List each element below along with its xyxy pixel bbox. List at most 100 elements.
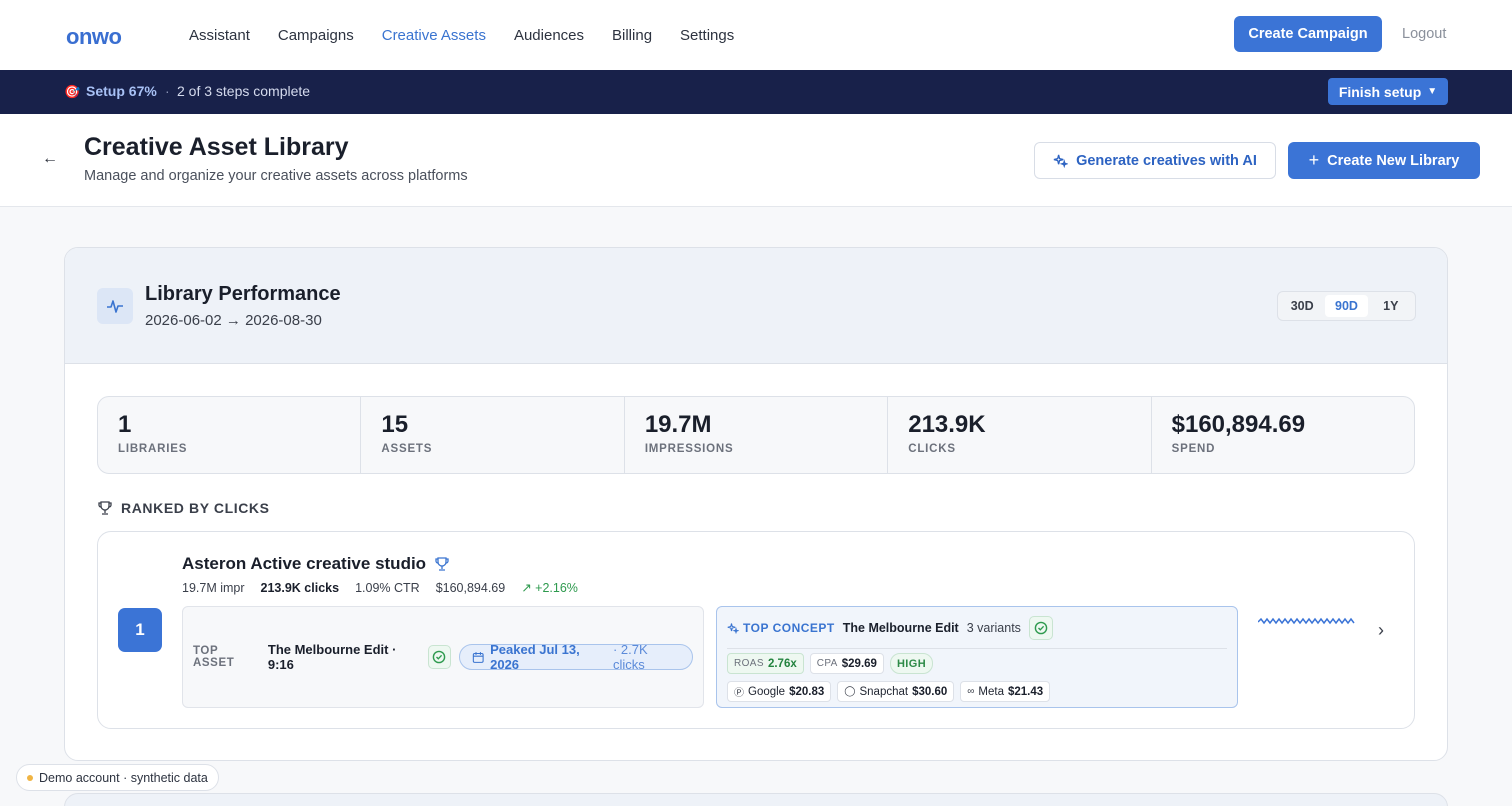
stat-spend: $160,894.69 SPEND xyxy=(1152,397,1414,473)
rank-badge: 1 xyxy=(118,608,162,652)
page-header: ← Creative Asset Library Manage and orga… xyxy=(0,114,1512,207)
peak-clicks: · 2.7K clicks xyxy=(612,642,648,672)
peak-pill: Peaked Jul 13, 2026 · 2.7K clicks xyxy=(458,642,693,672)
ranked-label: RANKED BY CLICKS xyxy=(121,500,270,516)
create-campaign-button[interactable]: Create Campaign xyxy=(1234,16,1382,52)
calendar-icon xyxy=(472,651,484,663)
stat-clicks: 213.9K CLICKS xyxy=(888,397,1152,473)
generate-ai-label: Generate creatives with AI xyxy=(1076,152,1257,169)
stat-label: CLICKS xyxy=(908,443,956,455)
top-asset-label: TOP ASSET xyxy=(193,645,235,669)
trophy-icon xyxy=(98,501,112,515)
stat-value: $160,894.69 xyxy=(1171,411,1306,438)
top-asset-name: The Melbourne Edit · 9:16 xyxy=(267,642,397,672)
roas-chip: ROAS 2.76x xyxy=(727,653,804,674)
google-icon: Ⓟ xyxy=(734,688,744,699)
back-arrow-icon[interactable]: ← xyxy=(42,150,58,168)
stats-row: 1 LIBRARIES 15 ASSETS 19.7M IMPRESSIONS … xyxy=(97,396,1415,474)
concept-metrics: ROAS 2.76x CPA $29.69 HIGH xyxy=(727,653,934,674)
stat-assets: 15 ASSETS xyxy=(361,397,625,473)
trend-up-icon: ↗ xyxy=(521,581,532,595)
stat-libraries: 1 LIBRARIES xyxy=(98,397,362,473)
check-circle-icon xyxy=(427,645,451,669)
top-concept-name: The Melbourne Edit xyxy=(842,620,959,635)
stat-label: ASSETS xyxy=(381,443,433,455)
sparkles-icon xyxy=(1053,154,1069,168)
sparkles-icon xyxy=(727,622,739,634)
confidence-badge: HIGH xyxy=(889,653,934,674)
stat-label: IMPRESSIONS xyxy=(644,443,734,455)
platform-cpa: $20.83 xyxy=(789,685,825,698)
create-library-button[interactable]: + Create New Library xyxy=(1288,142,1480,179)
nav-assistant[interactable]: Assistant xyxy=(189,27,250,44)
next-card-partial xyxy=(64,793,1448,806)
library-name: Asteron Active creative studio xyxy=(182,554,450,574)
performance-title: Library Performance xyxy=(145,283,341,305)
variants-count: 3 variants xyxy=(966,620,1021,635)
trend-value: +2.16% xyxy=(535,581,578,595)
stat-label: LIBRARIES xyxy=(118,443,188,455)
platform-cpa: $21.43 xyxy=(1008,685,1044,698)
demo-account-text: Demo account · synthetic data xyxy=(39,770,208,785)
setup-steps: 2 of 3 steps complete xyxy=(177,83,311,99)
top-concept-label-text: TOP CONCEPT xyxy=(743,620,835,635)
sparkline xyxy=(1258,617,1355,625)
trophy-icon xyxy=(435,557,449,571)
logout-link[interactable]: Logout xyxy=(1402,26,1446,42)
nav-audiences[interactable]: Audiences xyxy=(514,27,584,44)
range-toggle: 30D 90D 1Y xyxy=(1277,291,1416,321)
setup-percent: Setup 67% xyxy=(86,83,157,99)
caret-down-icon: ▼ xyxy=(1427,86,1438,97)
top-asset-panel: TOP ASSET The Melbourne Edit · 9:16 Peak… xyxy=(182,606,704,708)
generate-ai-button[interactable]: Generate creatives with AI xyxy=(1034,142,1276,179)
metric-trend: ↗ +2.16% xyxy=(521,580,578,595)
meta-icon: ∞ xyxy=(967,686,975,697)
stat-value: 19.7M xyxy=(644,411,712,438)
roas-value: 2.76x xyxy=(767,657,797,670)
chevron-right-icon[interactable]: › xyxy=(1378,620,1384,641)
library-performance-card: Library Performance 2026-06-02 → 2026-08… xyxy=(64,247,1448,761)
top-concept-panel: TOP CONCEPT The Melbourne Edit 3 variant… xyxy=(716,606,1238,708)
range-90d[interactable]: 90D xyxy=(1325,295,1368,317)
finish-setup-button[interactable]: Finish setup ▼ xyxy=(1328,78,1448,105)
nav-campaigns[interactable]: Campaigns xyxy=(278,27,354,44)
peak-date: Peaked Jul 13, 2026 xyxy=(490,642,580,672)
stat-value: 1 xyxy=(118,411,132,438)
snapchat-icon: ◯ xyxy=(844,686,856,697)
platform-name: Snapchat xyxy=(859,685,909,698)
stat-value: 15 xyxy=(381,411,409,438)
metric-spend: $160,894.69 xyxy=(435,580,506,595)
nav-links: Assistant Campaigns Creative Assets Audi… xyxy=(189,0,734,70)
platform-chip-google: Ⓟ Google $20.83 xyxy=(727,681,832,702)
nav-creative-assets[interactable]: Creative Assets xyxy=(382,27,486,44)
nav-billing[interactable]: Billing xyxy=(612,27,652,44)
performance-header: Library Performance 2026-06-02 → 2026-08… xyxy=(65,248,1447,364)
target-icon: 🎯 xyxy=(64,84,81,99)
platform-cpa: $30.60 xyxy=(912,685,948,698)
metric-ctr: 1.09% CTR xyxy=(355,580,420,595)
create-library-label: Create New Library xyxy=(1327,152,1460,169)
cpa-chip: CPA $29.69 xyxy=(809,653,884,674)
top-concept-label: TOP CONCEPT xyxy=(727,621,835,635)
range-30d[interactable]: 30D xyxy=(1281,295,1323,317)
brand-logo[interactable]: onwo xyxy=(66,24,122,50)
activity-icon xyxy=(97,288,133,324)
library-name-text: Asteron Active creative studio xyxy=(182,554,427,573)
library-metrics: 19.7M impr 213.9K clicks 1.09% CTR $160,… xyxy=(182,580,578,596)
page-title: Creative Asset Library xyxy=(84,133,349,161)
cpa-label: CPA xyxy=(816,658,838,669)
platform-chip-meta: ∞ Meta $21.43 xyxy=(960,681,1051,702)
platform-cpa-row: Ⓟ Google $20.83 ◯ Snapchat $30.60 ∞ Meta… xyxy=(727,681,1051,702)
finish-setup-label: Finish setup xyxy=(1338,83,1422,100)
setup-banner: 🎯 Setup 67% · 2 of 3 steps complete xyxy=(0,70,1512,114)
platform-chip-snapchat: ◯ Snapchat $30.60 xyxy=(837,681,955,702)
check-circle-icon xyxy=(1028,615,1053,640)
plus-icon: + xyxy=(1308,150,1320,170)
roas-label: ROAS xyxy=(734,658,764,669)
range-1y[interactable]: 1Y xyxy=(1370,295,1412,317)
nav-settings[interactable]: Settings xyxy=(680,27,734,44)
demo-account-badge: Demo account · synthetic data xyxy=(16,764,219,791)
top-navigation: onwo Assistant Campaigns Creative Assets… xyxy=(0,0,1512,70)
ranked-library-row[interactable]: 1 Asteron Active creative studio 19.7M i… xyxy=(97,531,1415,729)
metric-impressions: 19.7M impr xyxy=(182,580,245,595)
